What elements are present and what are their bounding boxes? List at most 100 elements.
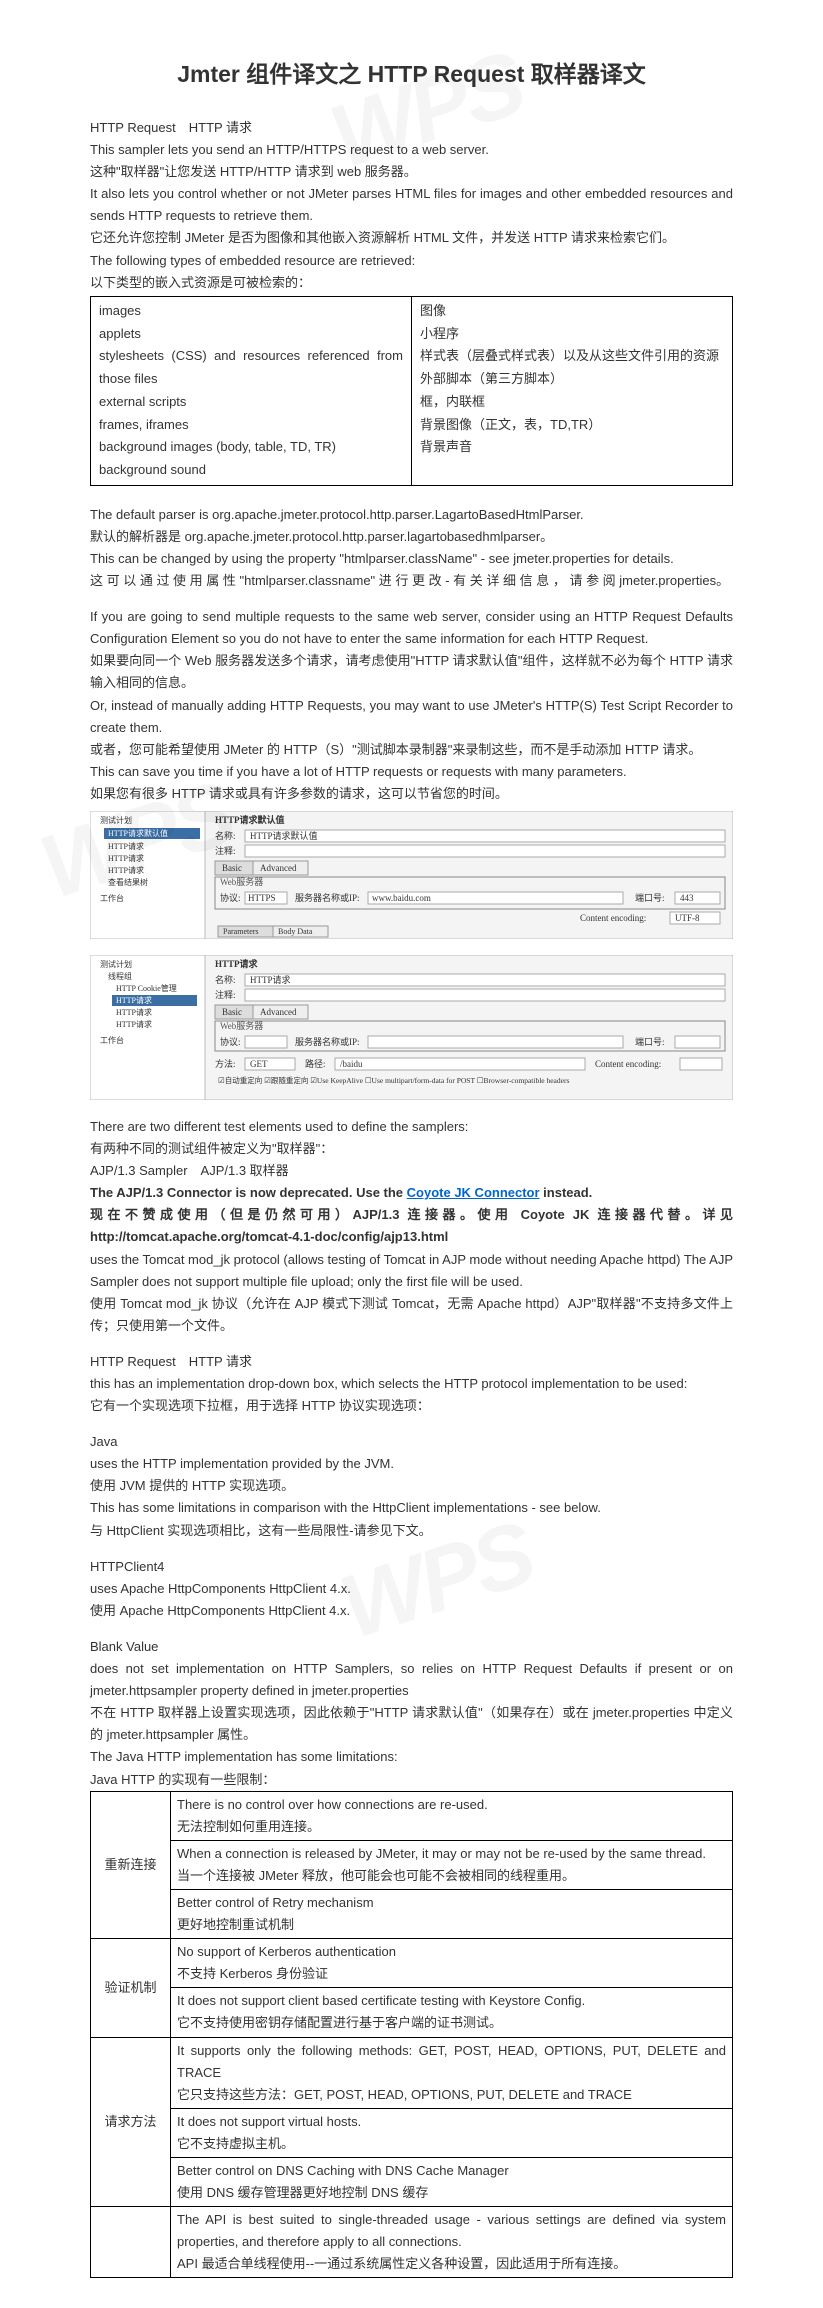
blank-value-section: Blank Value does not set implementation …: [90, 1636, 733, 1791]
svg-text:HTTP请求默认值: HTTP请求默认值: [250, 830, 318, 841]
httpclient4-section: HTTPClient4 uses Apache HttpComponents H…: [90, 1556, 733, 1622]
text-line: HTTP Request HTTP 请求: [90, 1351, 733, 1373]
text-line: 它有一个实现选项下拉框，用于选择 HTTP 协议实现选项：: [90, 1395, 733, 1417]
text-line: uses the Tomcat mod_jk protocol (allows …: [90, 1249, 733, 1293]
svg-text:HTTP请求: HTTP请求: [116, 995, 152, 1005]
svg-text:☑自动重定向 ☑跟随重定向 ☑Use KeepAlive ☐: ☑自动重定向 ☑跟随重定向 ☑Use KeepAlive ☐Use multip…: [218, 1075, 569, 1085]
svg-text:Advanced: Advanced: [260, 863, 297, 873]
svg-text:线程组: 线程组: [108, 971, 132, 981]
svg-text:注释:: 注释:: [215, 845, 236, 856]
resource-left-cell: images applets stylesheets (CSS) and res…: [91, 296, 412, 485]
svg-text:协议:: 协议:: [220, 1036, 241, 1047]
svg-text:Web服务器: Web服务器: [220, 876, 263, 887]
svg-text:HTTP请求: HTTP请求: [215, 958, 259, 969]
svg-text:注释:: 注释:: [215, 989, 236, 1000]
samplers-section: There are two different test elements us…: [90, 1116, 733, 1337]
text-line: 这种"取样器"让您发送 HTTP/HTTP 请求到 web 服务器。: [90, 161, 733, 183]
parser-section: The default parser is org.apache.jmeter.…: [90, 504, 733, 592]
text-line: The following types of embedded resource…: [90, 250, 733, 272]
text-line: does not set implementation on HTTP Samp…: [90, 1658, 733, 1702]
svg-text:端口号:: 端口号:: [635, 892, 665, 903]
limit-cell: No support of Kerberos authentication不支持…: [171, 1939, 733, 1988]
svg-text:工作台: 工作台: [100, 893, 124, 903]
svg-text:服务器名称或IP:: 服务器名称或IP:: [295, 1036, 360, 1047]
svg-text:测试计划: 测试计划: [100, 959, 132, 969]
text-line: 使用 Apache HttpComponents HttpClient 4.x.: [90, 1600, 733, 1622]
resource-table: images applets stylesheets (CSS) and res…: [90, 296, 733, 486]
svg-text:Web服务器: Web服务器: [220, 1020, 263, 1031]
svg-text:HTTP请求默认值: HTTP请求默认值: [215, 814, 285, 825]
text-line: 或者，您可能希望使用 JMeter 的 HTTP（S）"测试脚本录制器"来录制这…: [90, 739, 733, 761]
limit-cell: When a connection is released by JMeter,…: [171, 1840, 733, 1889]
text-line: 与 HttpClient 实现选项相比，这有一些局限性-请参见下文。: [90, 1520, 733, 1542]
svg-text:Parameters: Parameters: [223, 927, 259, 936]
svg-text:HTTPS: HTTPS: [248, 893, 276, 903]
svg-text:HTTP请求默认值: HTTP请求默认值: [108, 828, 168, 838]
text-line: 使用 JVM 提供的 HTTP 实现选项。: [90, 1475, 733, 1497]
text-line: It also lets you control whether or not …: [90, 183, 733, 227]
svg-text:UTF-8: UTF-8: [675, 913, 700, 923]
text-line: HTTP Request HTTP 请求: [90, 117, 733, 139]
svg-text:Basic: Basic: [222, 1007, 242, 1017]
svg-text:Content encoding:: Content encoding:: [580, 913, 646, 923]
svg-text:HTTP Cookie管理: HTTP Cookie管理: [116, 983, 177, 993]
svg-text:方法:: 方法:: [215, 1058, 236, 1069]
svg-text:路径:: 路径:: [305, 1058, 326, 1069]
svg-text:服务器名称或IP:: 服务器名称或IP:: [295, 892, 360, 903]
svg-text:查看结果树: 查看结果树: [108, 877, 148, 887]
svg-text:HTTP请求: HTTP请求: [116, 1019, 152, 1029]
text-line: 现在不赞成使用（但是仍然可用）AJP/1.3 连接器。使用 Coyote JK …: [90, 1204, 733, 1248]
text-line: This can be changed by using the propert…: [90, 548, 733, 570]
text-line: Java HTTP 的实现有一些限制：: [90, 1769, 733, 1791]
text-line: 使用 Tomcat mod_jk 协议（允许在 AJP 模式下测试 Tomcat…: [90, 1293, 733, 1337]
text-line: 不在 HTTP 取样器上设置实现选项，因此依赖于"HTTP 请求默认值"（如果存…: [90, 1702, 733, 1746]
svg-text:Advanced: Advanced: [260, 1007, 297, 1017]
svg-text:www.baidu.com: www.baidu.com: [372, 893, 431, 903]
multi-request-section: If you are going to send multiple reques…: [90, 606, 733, 805]
text-line: Blank Value: [90, 1636, 733, 1658]
svg-text:Basic: Basic: [222, 863, 242, 873]
ajp-deprecation-line: The AJP/1.3 Connector is now deprecated.…: [90, 1182, 733, 1204]
svg-text:/baidu: /baidu: [340, 1059, 363, 1069]
text-line: 这 可 以 通 过 使 用 属 性 "htmlparser.classname"…: [90, 570, 733, 592]
text-line: 有两种不同的测试组件被定义为"取样器"：: [90, 1138, 733, 1160]
text-line: uses Apache HttpComponents HttpClient 4.…: [90, 1578, 733, 1600]
svg-text:协议:: 协议:: [220, 892, 241, 903]
svg-text:工作台: 工作台: [100, 1035, 124, 1045]
text-line: Or, instead of manually adding HTTP Requ…: [90, 695, 733, 739]
limit-header: 重新连接: [91, 1791, 171, 1939]
svg-text:名称:: 名称:: [215, 974, 236, 985]
limit-cell: Better control of Retry mechanism更好地控制重试…: [171, 1889, 733, 1938]
text-line: 如果要向同一个 Web 服务器发送多个请求，请考虑使用"HTTP 请求默认值"组…: [90, 650, 733, 694]
limit-cell: It does not support virtual hosts.它不支持虚拟…: [171, 2108, 733, 2157]
document-page: WPS WPS WPS Jmter 组件译文之 HTTP Request 取样器…: [0, 0, 823, 2308]
http-request-section: HTTP Request HTTP 请求 this has an impleme…: [90, 1351, 733, 1417]
text-line: HTTPClient4: [90, 1556, 733, 1578]
limit-cell: The API is best suited to single-threade…: [171, 2207, 733, 2278]
svg-text:HTTP请求: HTTP请求: [108, 841, 144, 851]
svg-text:测试计划: 测试计划: [100, 815, 132, 825]
svg-text:名称:: 名称:: [215, 830, 236, 841]
jmeter-screenshot-request: 测试计划 线程组 HTTP Cookie管理 HTTP请求 HTTP请求 HTT…: [90, 955, 733, 1100]
text-line: Java: [90, 1431, 733, 1453]
intro-section: HTTP Request HTTP 请求 This sampler lets y…: [90, 117, 733, 294]
text-line: AJP/1.3 Sampler AJP/1.3 取样器: [90, 1160, 733, 1182]
text-line: uses the HTTP implementation provided by…: [90, 1453, 733, 1475]
limit-header: 验证机制: [91, 1939, 171, 2037]
text-line: 它还允许您控制 JMeter 是否为图像和其他嵌入资源解析 HTML 文件，并发…: [90, 227, 733, 249]
jmeter-screenshot-defaults: 测试计划 HTTP请求默认值 HTTP请求 HTTP请求 HTTP请求 查看结果…: [90, 811, 733, 939]
limit-cell: There is no control over how connections…: [171, 1791, 733, 1840]
svg-text:HTTP请求: HTTP请求: [108, 865, 144, 875]
page-title: Jmter 组件译文之 HTTP Request 取样器译文: [90, 55, 733, 89]
svg-text:HTTP请求: HTTP请求: [250, 974, 291, 985]
text-line: This has some limitations in comparison …: [90, 1497, 733, 1519]
svg-text:GET: GET: [250, 1059, 268, 1069]
coyote-jk-link[interactable]: Coyote JK Connector: [407, 1185, 540, 1200]
text-line: This can save you time if you have a lot…: [90, 761, 733, 783]
limit-cell: Better control on DNS Caching with DNS C…: [171, 2158, 733, 2207]
svg-text:HTTP请求: HTTP请求: [116, 1007, 152, 1017]
svg-text:HTTP请求: HTTP请求: [108, 853, 144, 863]
text-line: If you are going to send multiple reques…: [90, 606, 733, 650]
limitations-table: 重新连接 There is no control over how connec…: [90, 1791, 733, 2279]
text-line: The default parser is org.apache.jmeter.…: [90, 504, 733, 526]
